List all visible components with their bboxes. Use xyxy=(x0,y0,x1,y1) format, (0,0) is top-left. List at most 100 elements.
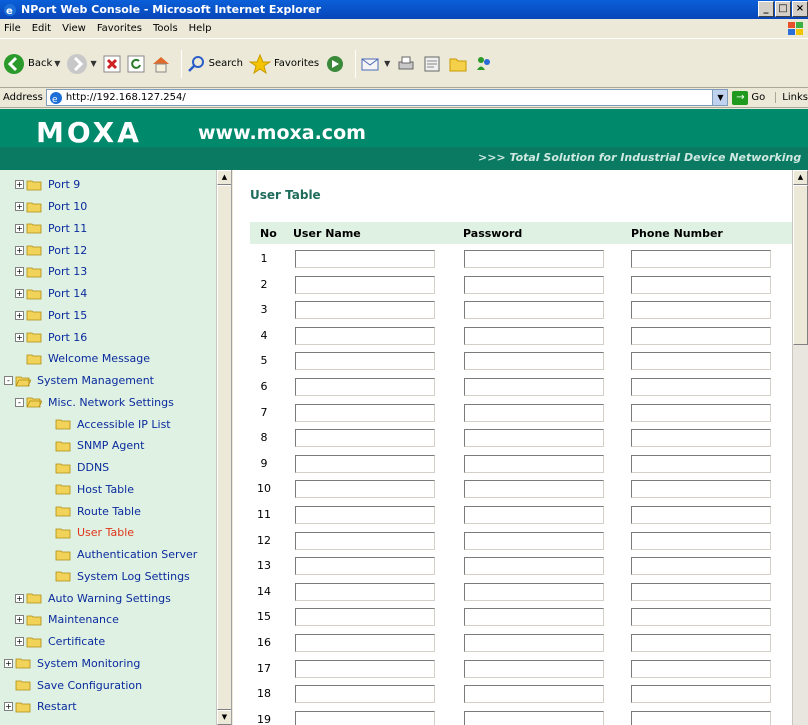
user-name-input[interactable] xyxy=(295,275,435,294)
links-button[interactable]: Links xyxy=(775,92,808,103)
user-name-input[interactable] xyxy=(295,557,435,576)
search-button[interactable]: Search xyxy=(186,54,243,74)
menu-tools[interactable]: Tools xyxy=(153,23,178,34)
tree-item[interactable]: - System Management xyxy=(0,370,218,392)
user-name-input[interactable] xyxy=(295,685,435,704)
user-name-input[interactable] xyxy=(295,659,435,678)
tree-item[interactable]: + Port 11 xyxy=(0,218,218,240)
password-input[interactable] xyxy=(464,659,604,678)
phone-number-input[interactable] xyxy=(631,557,771,576)
phone-number-input[interactable] xyxy=(631,659,771,678)
expand-icon[interactable]: + xyxy=(15,180,24,190)
phone-number-input[interactable] xyxy=(631,634,771,652)
tree-item[interactable]: + Port 15 xyxy=(0,305,218,327)
phone-number-input[interactable] xyxy=(631,710,771,725)
password-input[interactable] xyxy=(464,582,604,601)
phone-number-input[interactable] xyxy=(631,378,771,396)
home-button[interactable] xyxy=(151,55,171,73)
menu-edit[interactable]: Edit xyxy=(32,23,51,34)
phone-number-input[interactable] xyxy=(631,352,771,371)
tree-item[interactable]: Accessible IP List xyxy=(0,413,218,435)
tree-item[interactable]: + Restart xyxy=(0,696,218,718)
password-input[interactable] xyxy=(464,531,604,550)
user-name-input[interactable] xyxy=(295,378,435,396)
edit-button[interactable] xyxy=(422,54,442,74)
tree-item[interactable]: Save Configuration xyxy=(0,674,218,696)
phone-number-input[interactable] xyxy=(631,506,771,524)
tree-item[interactable]: Welcome Message xyxy=(0,348,218,370)
go-button[interactable]: → Go xyxy=(732,90,765,105)
user-name-input[interactable] xyxy=(295,301,435,320)
password-input[interactable] xyxy=(464,454,604,473)
expand-icon[interactable]: + xyxy=(15,637,24,647)
phone-number-input[interactable] xyxy=(631,454,771,473)
tree-scrollbar[interactable]: ▲ ▼ xyxy=(216,170,231,725)
tree-item[interactable]: Route Table xyxy=(0,500,218,522)
tree-item[interactable]: + Port 9 xyxy=(0,174,218,196)
back-dropdown-icon[interactable]: ▼ xyxy=(54,59,60,68)
password-input[interactable] xyxy=(464,378,604,396)
back-button[interactable]: Back ▼ xyxy=(3,53,60,75)
expand-icon[interactable]: + xyxy=(15,245,24,255)
menu-view[interactable]: View xyxy=(62,23,86,34)
tree-item[interactable]: + Port 12 xyxy=(0,239,218,261)
tree-item[interactable]: + Auto Warning Settings xyxy=(0,587,218,609)
expand-icon[interactable]: + xyxy=(15,310,24,320)
phone-number-input[interactable] xyxy=(631,250,771,268)
tree-item[interactable]: + Certificate xyxy=(0,631,218,653)
user-name-input[interactable] xyxy=(295,352,435,371)
tree-item[interactable]: + Port 16 xyxy=(0,326,218,348)
user-name-input[interactable] xyxy=(295,582,435,601)
scroll-up-icon[interactable]: ▲ xyxy=(217,170,231,185)
menu-help[interactable]: Help xyxy=(189,23,212,34)
password-input[interactable] xyxy=(464,710,604,725)
collapse-icon[interactable]: - xyxy=(15,397,24,407)
password-input[interactable] xyxy=(464,326,604,345)
password-input[interactable] xyxy=(464,403,604,422)
phone-number-input[interactable] xyxy=(631,582,771,601)
password-input[interactable] xyxy=(464,480,604,499)
forward-button[interactable]: ▼ xyxy=(66,53,97,75)
folder-button[interactable] xyxy=(448,54,468,74)
tree-item[interactable]: + Port 10 xyxy=(0,196,218,218)
close-button[interactable]: × xyxy=(792,1,808,17)
phone-number-input[interactable] xyxy=(631,301,771,320)
scroll-down-icon[interactable]: ▼ xyxy=(217,710,231,725)
menu-file[interactable]: File xyxy=(4,23,21,34)
user-name-input[interactable] xyxy=(295,326,435,345)
password-input[interactable] xyxy=(464,301,604,320)
tree-item[interactable]: + System Monitoring xyxy=(0,653,218,675)
moxa-site-link[interactable]: www.moxa.com xyxy=(198,122,366,144)
print-button[interactable] xyxy=(396,54,416,74)
mail-dropdown-icon[interactable]: ▼ xyxy=(384,59,390,68)
mail-button[interactable]: ▼ xyxy=(360,54,390,74)
user-name-input[interactable] xyxy=(295,403,435,422)
phone-number-input[interactable] xyxy=(631,480,771,499)
phone-number-input[interactable] xyxy=(631,429,771,448)
expand-icon[interactable]: + xyxy=(4,702,13,712)
password-input[interactable] xyxy=(464,275,604,294)
forward-dropdown-icon[interactable]: ▼ xyxy=(90,59,96,68)
tree-item[interactable]: Host Table xyxy=(0,479,218,501)
tree-item[interactable]: DDNS xyxy=(0,457,218,479)
user-name-input[interactable] xyxy=(295,480,435,499)
stop-button[interactable] xyxy=(103,55,121,73)
main-scroll-up-icon[interactable]: ▲ xyxy=(793,170,808,185)
menu-favorites[interactable]: Favorites xyxy=(97,23,142,34)
phone-number-input[interactable] xyxy=(631,531,771,550)
phone-number-input[interactable] xyxy=(631,275,771,294)
user-name-input[interactable] xyxy=(295,634,435,652)
password-input[interactable] xyxy=(464,608,604,627)
expand-icon[interactable]: + xyxy=(15,223,24,233)
tree-item[interactable]: + Port 14 xyxy=(0,283,218,305)
password-input[interactable] xyxy=(464,250,604,268)
expand-icon[interactable]: + xyxy=(15,289,24,299)
phone-number-input[interactable] xyxy=(631,326,771,345)
maximize-button[interactable]: □ xyxy=(775,1,791,17)
user-name-input[interactable] xyxy=(295,506,435,524)
tree-item[interactable]: User Table xyxy=(0,522,218,544)
user-name-input[interactable] xyxy=(295,250,435,268)
address-input[interactable]: e http://192.168.127.254/ ▼ xyxy=(45,89,729,106)
expand-icon[interactable]: + xyxy=(15,593,24,603)
refresh-button[interactable] xyxy=(127,55,145,73)
